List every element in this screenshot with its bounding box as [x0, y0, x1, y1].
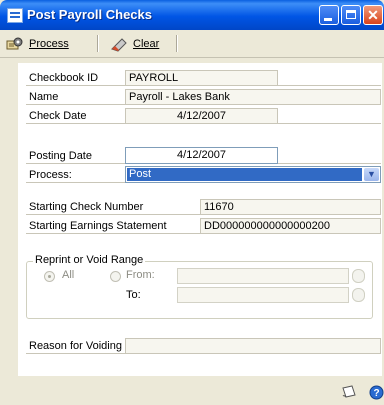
note-icon[interactable] [341, 385, 357, 399]
svg-text:?: ? [373, 388, 379, 399]
all-radio[interactable] [44, 271, 55, 282]
window-title: Post Payroll Checks [27, 7, 152, 22]
status-bar: ? [0, 378, 384, 405]
from-field[interactable] [177, 268, 349, 284]
minimize-icon [324, 18, 332, 21]
to-field[interactable] [177, 287, 349, 303]
name-row: Name Payroll - Lakes Bank [26, 89, 381, 105]
toolbar-separator [176, 35, 178, 52]
check-date-label: Check Date [29, 110, 87, 122]
reason-row: Reason for Voiding [26, 338, 381, 354]
starting-earnings-row: Starting Earnings Statement DD0000000000… [26, 218, 381, 234]
process-row: Process: Post ▼ [26, 166, 381, 183]
starting-earnings-field: DD000000000000000200 [200, 218, 381, 234]
from-lookup-button[interactable] [352, 269, 365, 283]
maximize-button[interactable] [341, 5, 361, 25]
posting-date-input[interactable]: 4/12/2007 [125, 147, 278, 164]
close-button[interactable]: ✕ [363, 5, 383, 25]
posting-date-label: Posting Date [29, 150, 92, 162]
process-button[interactable]: Process [6, 34, 69, 54]
to-label: To: [126, 289, 141, 301]
reason-field [125, 338, 381, 354]
process-label: Process: [29, 169, 72, 181]
process-select-value: Post [127, 168, 362, 181]
eraser-icon [111, 38, 127, 52]
process-select[interactable]: Post ▼ [125, 166, 381, 183]
clear-button-label: Clear [133, 38, 160, 50]
title-bar: Post Payroll Checks ✕ [0, 0, 384, 30]
starting-earnings-label: Starting Earnings Statement [29, 220, 167, 232]
reprint-void-range-title: Reprint or Void Range [33, 254, 146, 266]
chevron-down-icon[interactable]: ▼ [364, 168, 379, 181]
clear-button[interactable]: Clear [110, 34, 159, 54]
reason-label: Reason for Voiding [29, 340, 122, 352]
form-panel: Checkbook ID PAYROLL Name Payroll - Lake… [18, 63, 382, 376]
from-label: From: [126, 269, 155, 281]
process-button-label: Process [29, 38, 69, 50]
toolbar-separator [97, 35, 99, 52]
checkbook-id-field[interactable]: PAYROLL [125, 70, 278, 86]
name-label: Name [29, 91, 59, 103]
posting-date-row: Posting Date 4/12/2007 [26, 147, 381, 164]
maximize-icon [346, 10, 356, 19]
window-app-icon [7, 8, 23, 23]
from-radio[interactable] [110, 271, 121, 282]
check-date-row: Check Date 4/12/2007 [26, 108, 381, 124]
toolbar: Process Clear [0, 30, 384, 58]
name-field: Payroll - Lakes Bank [125, 89, 381, 105]
starting-check-number-label: Starting Check Number [29, 201, 144, 213]
pay-checks-icon [6, 37, 23, 50]
close-icon: ✕ [367, 7, 379, 23]
all-radio-label: All [62, 269, 75, 281]
minimize-button[interactable] [319, 5, 339, 25]
starting-check-number-row: Starting Check Number 11670 [26, 199, 381, 215]
check-date-field: 4/12/2007 [125, 108, 278, 124]
checkbook-id-label: Checkbook ID [29, 72, 99, 84]
help-icon[interactable]: ? [369, 385, 384, 400]
reprint-void-range-group: Reprint or Void Range All From: To: [26, 254, 373, 319]
to-lookup-button[interactable] [352, 288, 365, 302]
checkbook-id-row: Checkbook ID PAYROLL [26, 70, 381, 86]
starting-check-number-field: 11670 [200, 199, 381, 215]
